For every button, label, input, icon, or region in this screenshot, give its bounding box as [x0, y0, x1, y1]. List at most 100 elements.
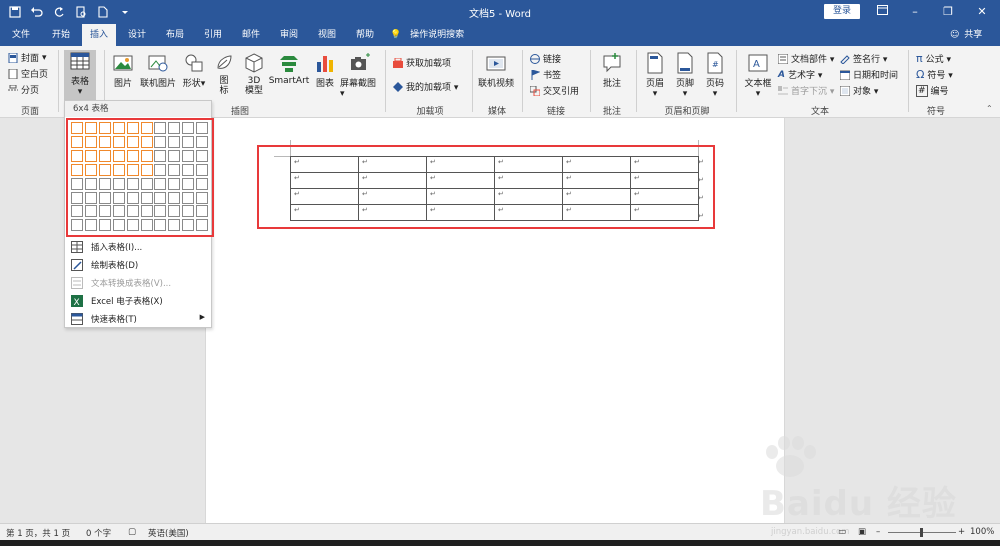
- close-icon[interactable]: ✕: [972, 2, 992, 22]
- grid-cell[interactable]: [84, 205, 97, 218]
- grid-cell[interactable]: [98, 191, 111, 204]
- language-indicator[interactable]: 英语(美国): [148, 527, 189, 539]
- grid-cell[interactable]: [168, 163, 181, 176]
- grid-cell[interactable]: [126, 191, 139, 204]
- grid-cell[interactable]: [196, 163, 209, 176]
- grid-cell[interactable]: [126, 205, 139, 218]
- grid-cell[interactable]: [196, 205, 209, 218]
- grid-cell[interactable]: [112, 135, 125, 148]
- symbol-button[interactable]: Ω 符号 ▾: [916, 68, 953, 81]
- grid-cell[interactable]: [182, 219, 195, 232]
- word-count[interactable]: 0 个字: [86, 527, 111, 539]
- zoom-in-icon[interactable]: +: [958, 527, 965, 537]
- grid-cell[interactable]: [196, 219, 209, 232]
- grid-cell[interactable]: [140, 177, 153, 190]
- grid-cell[interactable]: [84, 122, 97, 134]
- grid-cell[interactable]: [168, 205, 181, 218]
- get-addins-button[interactable]: 获取加载项: [393, 56, 451, 69]
- grid-cell[interactable]: [98, 149, 111, 162]
- grid-cell[interactable]: [112, 149, 125, 162]
- grid-cell[interactable]: [84, 219, 97, 232]
- grid-cell[interactable]: [168, 191, 181, 204]
- tab-layout[interactable]: 布局: [158, 24, 192, 46]
- cover-page-button[interactable]: 封面 ▾: [8, 51, 47, 64]
- picture-button[interactable]: 图片: [110, 52, 136, 89]
- restore-icon[interactable]: ❐: [938, 2, 958, 22]
- grid-cell[interactable]: [154, 205, 167, 218]
- grid-cell[interactable]: [154, 122, 167, 134]
- grid-cell[interactable]: [154, 191, 167, 204]
- signature-line-button[interactable]: 签名行 ▾: [840, 52, 887, 65]
- dropcap-button[interactable]: 首字下沉 ▾: [778, 84, 834, 97]
- grid-cell[interactable]: [112, 219, 125, 232]
- tab-file[interactable]: 文件: [6, 24, 36, 46]
- zoom-slider[interactable]: [888, 528, 956, 537]
- tab-references[interactable]: 引用: [196, 24, 230, 46]
- wordart-button[interactable]: A 艺术字 ▾: [778, 68, 822, 82]
- comment-button[interactable]: 批注: [598, 52, 626, 89]
- table-button[interactable]: 表格 ▾: [64, 50, 96, 102]
- grid-cell[interactable]: [140, 219, 153, 232]
- login-button[interactable]: 登录: [824, 4, 860, 19]
- zoom-out-icon[interactable]: –: [876, 527, 880, 537]
- online-video-button[interactable]: 联机视频: [476, 52, 516, 89]
- grid-cell[interactable]: [112, 177, 125, 190]
- grid-cell[interactable]: [112, 122, 125, 134]
- grid-cell[interactable]: [71, 191, 83, 204]
- quick-parts-button[interactable]: 文档部件 ▾: [778, 52, 834, 65]
- grid-cell[interactable]: [71, 149, 83, 162]
- 3d-model-button[interactable]: 3D 模型: [240, 52, 268, 96]
- smartart-button[interactable]: SmartArt: [269, 52, 309, 86]
- grid-cell[interactable]: [71, 163, 83, 176]
- grid-cell[interactable]: [168, 177, 181, 190]
- grid-cell[interactable]: [126, 177, 139, 190]
- grid-cell[interactable]: [71, 219, 83, 232]
- grid-cell[interactable]: [196, 135, 209, 148]
- quick-tables-item[interactable]: 快速表格(T) ▶: [66, 310, 211, 328]
- insert-table-item[interactable]: 插入表格(I)...: [66, 238, 211, 256]
- blank-page-button[interactable]: 空白页: [8, 67, 48, 80]
- grid-cell[interactable]: [168, 219, 181, 232]
- grid-cell[interactable]: [154, 149, 167, 162]
- equation-button[interactable]: π 公式 ▾: [916, 52, 951, 65]
- grid-cell[interactable]: [154, 135, 167, 148]
- grid-cell[interactable]: [154, 177, 167, 190]
- tab-home[interactable]: 开始: [44, 24, 78, 46]
- proofing-icon[interactable]: ▢: [128, 527, 136, 537]
- grid-cell[interactable]: [168, 122, 181, 134]
- grid-cell[interactable]: [126, 163, 139, 176]
- tab-insert[interactable]: 插入: [82, 24, 116, 46]
- grid-cell[interactable]: [196, 149, 209, 162]
- grid-cell[interactable]: [84, 135, 97, 148]
- icons-button[interactable]: 图标: [212, 52, 236, 96]
- textbox-button[interactable]: A 文本框 ▾: [742, 52, 774, 99]
- convert-text-to-table-item[interactable]: 文本转换成表格(V)...: [66, 274, 211, 292]
- grid-cell[interactable]: [182, 122, 195, 134]
- grid-cell[interactable]: [140, 191, 153, 204]
- grid-cell[interactable]: [196, 191, 209, 204]
- object-button[interactable]: 对象 ▾: [840, 84, 878, 97]
- grid-cell[interactable]: [112, 205, 125, 218]
- grid-cell[interactable]: [168, 135, 181, 148]
- page-number-button[interactable]: # 页码 ▾: [702, 52, 728, 99]
- grid-cell[interactable]: [182, 205, 195, 218]
- numbering-button[interactable]: # 编号: [916, 84, 949, 97]
- grid-cell[interactable]: [71, 177, 83, 190]
- tab-help[interactable]: 帮助: [348, 24, 382, 46]
- grid-cell[interactable]: [140, 205, 153, 218]
- grid-cell[interactable]: [98, 163, 111, 176]
- chart-button[interactable]: 图表: [312, 52, 338, 89]
- grid-cell[interactable]: [182, 191, 195, 204]
- grid-cell[interactable]: [98, 135, 111, 148]
- tab-mailings[interactable]: 邮件: [234, 24, 268, 46]
- print-layout-icon[interactable]: ▣: [858, 527, 866, 537]
- grid-cell[interactable]: [71, 135, 83, 148]
- grid-cell[interactable]: [98, 122, 111, 134]
- share-button[interactable]: ☺ 共享: [950, 24, 982, 46]
- grid-cell[interactable]: [140, 163, 153, 176]
- bookmark-button[interactable]: 书签: [530, 68, 561, 81]
- grid-cell[interactable]: [140, 149, 153, 162]
- collapse-ribbon-icon[interactable]: ⌃: [986, 104, 993, 113]
- online-picture-button[interactable]: 联机图片: [140, 52, 176, 89]
- tab-design[interactable]: 设计: [120, 24, 154, 46]
